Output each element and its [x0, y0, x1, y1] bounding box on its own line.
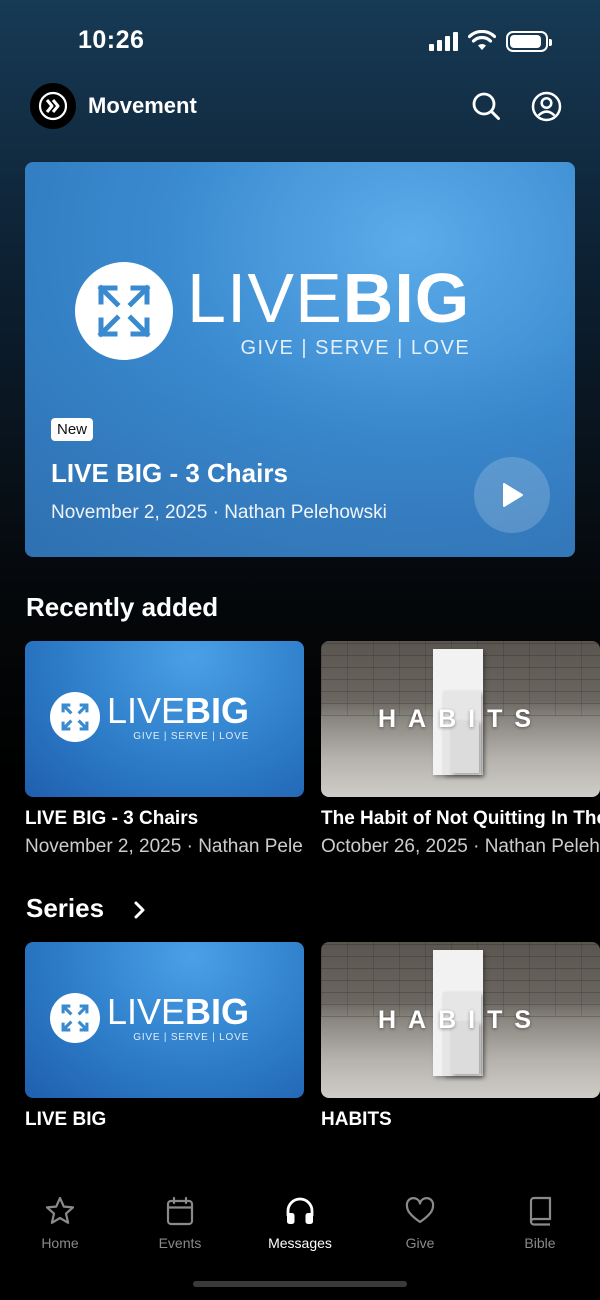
- tab-bar: Home Events Messages Give Bible: [0, 1185, 600, 1265]
- search-button[interactable]: [470, 90, 502, 122]
- tab-messages[interactable]: Messages: [250, 1185, 350, 1251]
- profile-icon: [531, 91, 561, 121]
- livebig-artwork: LIVEBIG GIVE | SERVE | LOVE: [75, 262, 470, 360]
- hero-meta: November 2, 2025 · Nathan Pelehowski: [51, 502, 387, 523]
- artwork-word-big: BIG: [185, 689, 250, 731]
- tab-home[interactable]: Home: [10, 1185, 110, 1251]
- series-heading[interactable]: Series: [26, 893, 104, 924]
- headphones-icon: [286, 1197, 314, 1224]
- calendar-icon: [166, 1196, 194, 1226]
- livebig-artwork: LIVEBIG GIVE | SERVE | LOVE: [50, 692, 249, 742]
- double-chevron-right-icon[interactable]: [30, 83, 76, 129]
- series-card-livebig[interactable]: LIVEBIG GIVE | SERVE | LOVE: [25, 942, 304, 1098]
- chevron-right-icon[interactable]: [130, 898, 150, 922]
- recently-added-card-livebig[interactable]: LIVEBIG GIVE | SERVE | LOVE: [25, 641, 304, 797]
- series-title[interactable]: HABITS: [321, 1109, 392, 1131]
- recently-added-heading: Recently added: [26, 592, 219, 622]
- battery-icon: [506, 30, 552, 52]
- card-meta: November 2, 2025 · Nathan Pelehowski: [25, 836, 304, 857]
- new-badge: New: [51, 418, 94, 441]
- book-icon: [529, 1196, 552, 1226]
- artwork-word-big: BIG: [185, 990, 250, 1032]
- star-icon: [45, 1196, 75, 1224]
- tab-label: Messages: [268, 1235, 332, 1251]
- artwork-tagline: GIVE | SERVE | LOVE: [133, 730, 250, 742]
- artwork-word-big: BIG: [342, 258, 471, 337]
- search-icon: [472, 92, 500, 120]
- expand-arrows-icon: [75, 262, 173, 360]
- habits-artwork-text: HABITS: [377, 705, 544, 733]
- tab-label: Give: [405, 1235, 435, 1251]
- play-icon: [503, 483, 523, 507]
- livebig-artwork: LIVEBIG GIVE | SERVE | LOVE: [50, 993, 249, 1043]
- list-item-text: LIVE BIG - 3 Chairs November 2, 2025 · N…: [25, 806, 304, 866]
- profile-button[interactable]: [530, 90, 562, 122]
- status-icons: [429, 30, 552, 52]
- tab-give[interactable]: Give: [370, 1185, 470, 1251]
- habits-artwork-text: HABITS: [377, 1006, 544, 1034]
- series-card-habits[interactable]: HABITS: [321, 942, 600, 1098]
- wifi-icon: [468, 30, 496, 50]
- tab-events[interactable]: Events: [130, 1185, 230, 1251]
- series-title[interactable]: LIVE BIG: [25, 1109, 106, 1131]
- artwork-tagline: GIVE | SERVE | LOVE: [133, 1031, 250, 1043]
- tab-bible[interactable]: Bible: [490, 1185, 590, 1251]
- cellular-signal-icon: [429, 31, 458, 51]
- play-button[interactable]: [474, 457, 550, 533]
- list-item-text: The Habit of Not Quitting In The Middle …: [321, 806, 600, 866]
- top-nav: Movement: [0, 82, 600, 130]
- artwork-word-live: LIVE: [187, 258, 343, 337]
- tab-label: Home: [41, 1235, 79, 1251]
- status-bar: 10:26: [0, 0, 600, 80]
- card-title[interactable]: LIVE BIG - 3 Chairs: [25, 808, 198, 830]
- artwork-word-live: LIVE: [107, 990, 186, 1032]
- expand-arrows-icon: [50, 993, 100, 1043]
- card-title[interactable]: The Habit of Not Quitting In The Middle: [321, 808, 600, 830]
- hero-title[interactable]: LIVE BIG - 3 Chairs: [51, 458, 288, 489]
- recently-added-card-habits[interactable]: HABITS: [321, 641, 600, 797]
- expand-arrows-icon: [50, 692, 100, 742]
- heart-icon: [405, 1197, 435, 1224]
- status-time: 10:26: [78, 26, 145, 54]
- tab-label: Bible: [524, 1235, 556, 1251]
- battery-level: [510, 34, 541, 48]
- artwork-tagline: GIVE | SERVE | LOVE: [240, 336, 471, 359]
- tab-label: Events: [158, 1235, 202, 1251]
- artwork-word-live: LIVE: [107, 689, 186, 731]
- home-indicator[interactable]: [193, 1281, 407, 1287]
- app-name[interactable]: Movement: [88, 93, 197, 119]
- card-meta: October 26, 2025 · Nathan Pelehowski: [321, 836, 600, 857]
